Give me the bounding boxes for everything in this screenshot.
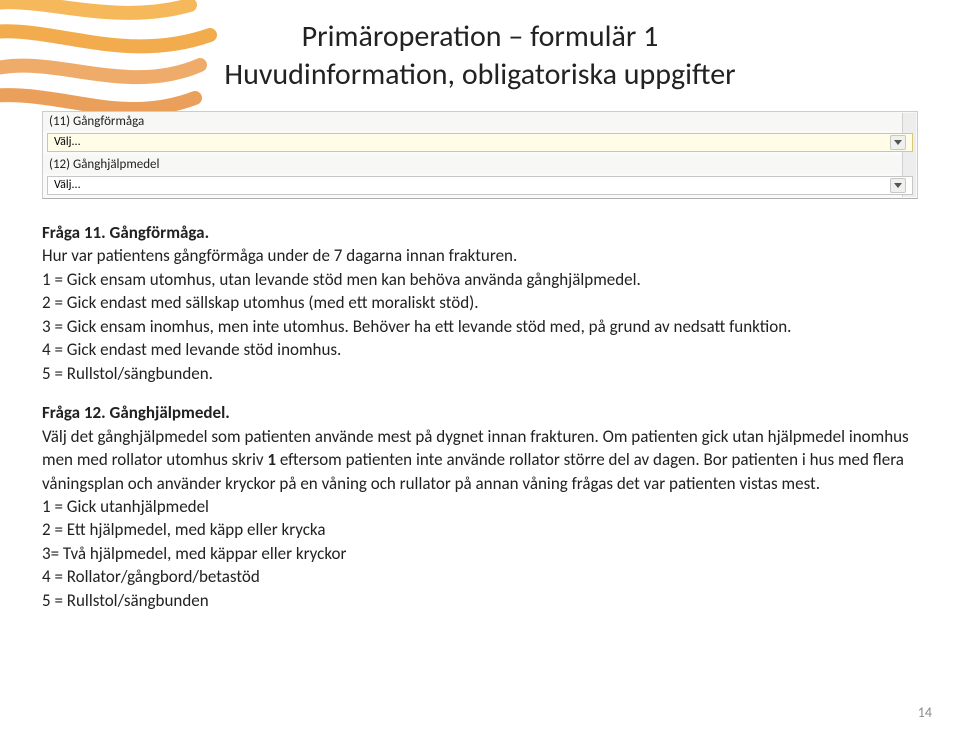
chevron-down-icon <box>890 135 906 150</box>
form-select-row-q12: Välj... <box>43 176 917 195</box>
q12-bold-1: 1 <box>267 449 276 470</box>
q11-intro: Hur var patientens gångförmåga under de … <box>42 244 918 267</box>
form-preview: (11) Gångförmåga Välj... (12) Gånghjälpm… <box>42 111 918 199</box>
q11-option-2: 2 = Gick endast med sällskap utomhus (me… <box>42 291 918 314</box>
q12-option-4: 4 = Rollator/gångbord/betastöd <box>42 565 918 588</box>
title-line-1: Primäroperation – formulär 1 <box>42 18 918 56</box>
q12-option-1: 1 = Gick utanhjälpmedel <box>42 495 918 518</box>
page-title: Primäroperation – formulär 1 Huvudinform… <box>42 18 918 93</box>
q11-option-4: 4 = Gick endast med levande stöd inomhus… <box>42 338 918 361</box>
select-q11[interactable]: Välj... <box>47 133 913 152</box>
q12-option-5: 5 = Rullstol/sängbunden <box>42 589 918 612</box>
form-label-q11: (11) Gångförmåga <box>43 112 917 131</box>
q11-option-1: 1 = Gick ensam utomhus, utan levande stö… <box>42 268 918 291</box>
form-label-q12: (12) Gånghjälpmedel <box>43 155 917 174</box>
q11-option-5: 5 = Rullstol/sängbunden. <box>42 362 918 385</box>
page-number: 14 <box>918 704 932 721</box>
q11-heading: Fråga 11. Gångförmåga. <box>42 222 209 243</box>
q12-heading: Fråga 12. Gånghjälpmedel. <box>42 402 230 423</box>
select-q11-value: Välj... <box>54 133 81 152</box>
q12-paragraph: Välj det gånghjälpmedel som patienten an… <box>42 425 918 495</box>
title-line-2: Huvudinformation, obligatoriska uppgifte… <box>42 56 918 94</box>
select-q12[interactable]: Välj... <box>47 176 913 195</box>
instructions-body: Fråga 11. Gångförmåga. Hur var patienten… <box>42 221 918 612</box>
q11-option-3: 3 = Gick ensam inomhus, men inte utomhus… <box>42 315 918 338</box>
q12-option-3: 3= Två hjälpmedel, med käppar eller kryc… <box>42 542 918 565</box>
select-q12-value: Välj... <box>54 176 81 195</box>
chevron-down-icon <box>890 178 906 193</box>
form-select-row-q11: Välj... <box>43 133 917 152</box>
q12-option-2: 2 = Ett hjälpmedel, med käpp eller kryck… <box>42 518 918 541</box>
